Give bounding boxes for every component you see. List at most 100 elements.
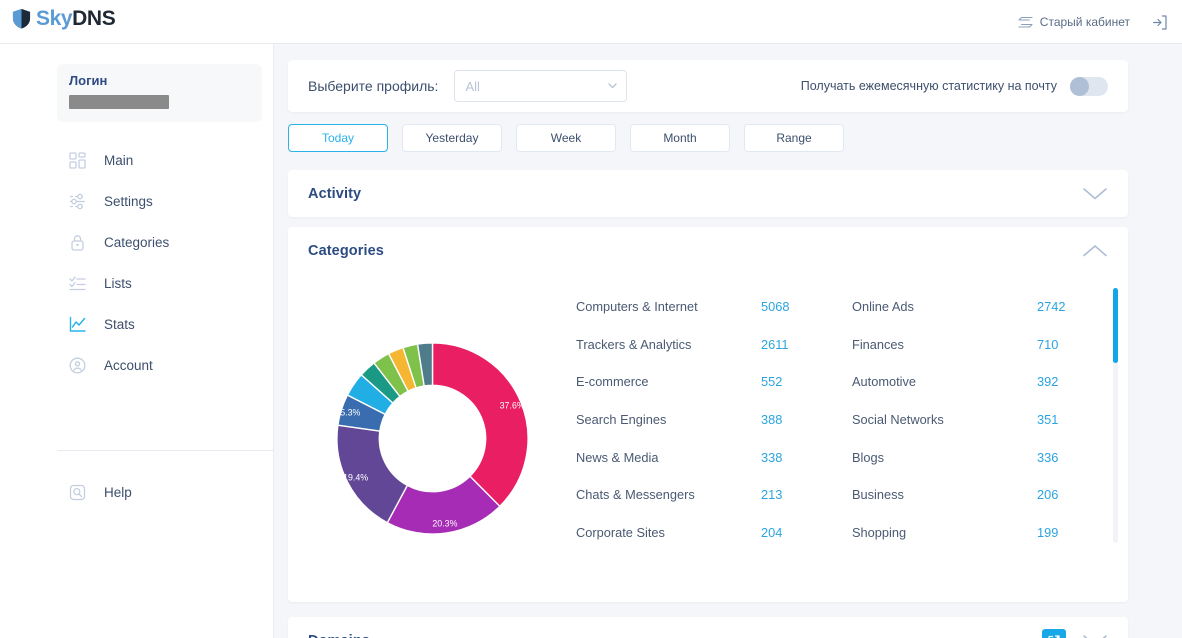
category-value[interactable]: 206 bbox=[1037, 487, 1058, 502]
section-categories-header[interactable]: Categories bbox=[288, 227, 1128, 274]
category-name: Trackers & Analytics bbox=[576, 336, 692, 352]
sidebar-item-label: Account bbox=[104, 357, 153, 373]
donut-slice[interactable] bbox=[431, 341, 529, 507]
brand-logo[interactable]: SkyDNS bbox=[12, 7, 116, 30]
list-item[interactable]: Finances 710 bbox=[852, 326, 1128, 364]
category-value[interactable]: 710 bbox=[1037, 337, 1058, 352]
category-value[interactable]: 351 bbox=[1037, 412, 1058, 427]
main-content: Выберите профиль: All Получать ежемесячн… bbox=[274, 44, 1182, 638]
export-button[interactable] bbox=[1042, 628, 1066, 638]
chevron-up-icon[interactable] bbox=[1082, 244, 1108, 258]
list-item[interactable]: Business 206 bbox=[852, 476, 1128, 514]
list-item[interactable]: Automotive 392 bbox=[852, 363, 1128, 401]
donut-slice-percent-label: 20.3% bbox=[432, 518, 457, 528]
sidebar-item-label: Main bbox=[104, 152, 134, 168]
category-name: Blogs bbox=[852, 449, 885, 465]
section-activity-title: Activity bbox=[308, 185, 362, 202]
category-name: Chats & Messengers bbox=[576, 487, 695, 503]
monthly-stats-email-control: Получать ежемесячную статистику на почту bbox=[800, 76, 1108, 96]
list-item[interactable]: Computers & Internet 5068 bbox=[576, 288, 852, 326]
list-item[interactable]: Shopping 199 bbox=[852, 514, 1128, 552]
category-value[interactable]: 392 bbox=[1037, 374, 1058, 389]
sidebar-item-label: Settings bbox=[104, 193, 153, 209]
section-activity: Activity bbox=[288, 170, 1128, 217]
category-value[interactable]: 552 bbox=[761, 374, 782, 389]
categories-donut-chart: 37.6% 20.3% 19.4% 5.3% bbox=[334, 340, 531, 537]
logo-text-dns: DNS bbox=[72, 7, 116, 30]
categories-list: Computers & Internet 5068 Trackers & Anal… bbox=[576, 274, 1128, 602]
old-cabinet-link[interactable]: Старый кабинет bbox=[1018, 15, 1130, 29]
donut-slice-percent-label: 19.4% bbox=[343, 472, 368, 482]
tab-month[interactable]: Month bbox=[630, 124, 730, 152]
list-item[interactable]: Blogs 336 bbox=[852, 438, 1128, 476]
sidebar-item-label: Lists bbox=[104, 275, 132, 291]
swap-arrows-icon bbox=[1018, 16, 1033, 28]
toggle-knob bbox=[1070, 76, 1089, 96]
section-domains-actions bbox=[1042, 628, 1108, 638]
monthly-stats-email-toggle[interactable] bbox=[1070, 76, 1108, 96]
list-item[interactable]: Corporate Sites 204 bbox=[576, 514, 852, 552]
monthly-stats-email-label: Получать ежемесячную статистику на почту bbox=[800, 79, 1057, 93]
sidebar-item-help[interactable]: Help bbox=[0, 472, 132, 513]
logo-text-sky: Sky bbox=[36, 7, 73, 30]
tab-week[interactable]: Week bbox=[516, 124, 616, 152]
category-value[interactable]: 204 bbox=[761, 525, 782, 540]
app-root: SkyDNS Старый кабинет Логин Main Setting… bbox=[0, 0, 1182, 638]
sidebar-item-main[interactable]: Main bbox=[0, 140, 274, 181]
scrollbar-thumb[interactable] bbox=[1113, 288, 1118, 363]
category-value[interactable]: 2742 bbox=[1037, 299, 1065, 314]
category-name: Search Engines bbox=[576, 412, 667, 428]
category-value[interactable]: 199 bbox=[1037, 525, 1058, 540]
sidebar-item-label: Stats bbox=[104, 316, 135, 332]
sidebar: Логин Main Settings Categories Lists Sta… bbox=[0, 44, 277, 638]
sidebar-item-categories[interactable]: Categories bbox=[0, 222, 274, 263]
list-item[interactable]: E-commerce 552 bbox=[576, 363, 852, 401]
categories-column-right: Online Ads 2742 Finances 710 Automotive 392… bbox=[852, 288, 1128, 602]
sidebar-item-account[interactable]: Account bbox=[0, 345, 274, 386]
category-name: Corporate Sites bbox=[576, 524, 665, 540]
sidebar-item-stats[interactable]: Stats bbox=[0, 304, 274, 345]
login-value-redacted bbox=[69, 95, 169, 110]
user-circle-icon bbox=[68, 357, 86, 375]
category-value[interactable]: 388 bbox=[761, 412, 782, 427]
tab-today[interactable]: Today bbox=[288, 124, 388, 152]
sliders-icon bbox=[68, 193, 86, 211]
section-categories: Categories 37.6% 20.3% 19.4% 5.3% Comput… bbox=[288, 227, 1128, 602]
category-value[interactable]: 2611 bbox=[761, 337, 789, 352]
category-name: Finances bbox=[852, 336, 904, 352]
tab-range[interactable]: Range bbox=[744, 124, 844, 152]
category-name: News & Media bbox=[576, 449, 659, 465]
category-name: Social Networks bbox=[852, 412, 944, 428]
categories-scrollbar[interactable] bbox=[1113, 288, 1118, 543]
category-value[interactable]: 336 bbox=[1037, 450, 1058, 465]
list-item[interactable]: Social Networks 351 bbox=[852, 401, 1128, 439]
chevron-down-icon[interactable] bbox=[1082, 634, 1108, 638]
section-domains-title: Domains bbox=[308, 633, 370, 638]
list-item[interactable]: Online Ads 2742 bbox=[852, 288, 1128, 326]
list-item[interactable]: Chats & Messengers 213 bbox=[576, 476, 852, 514]
profile-select-value: All bbox=[465, 78, 480, 94]
category-name: Computers & Internet bbox=[576, 299, 698, 315]
category-name: Online Ads bbox=[852, 299, 914, 315]
sidebar-item-lists[interactable]: Lists bbox=[0, 263, 274, 304]
sidebar-item-label: Categories bbox=[104, 234, 170, 250]
section-domains-header[interactable]: Domains bbox=[288, 617, 1128, 638]
list-item[interactable]: Trackers & Analytics 2611 bbox=[576, 326, 852, 364]
tab-yesterday[interactable]: Yesterday bbox=[402, 124, 502, 152]
category-value[interactable]: 338 bbox=[761, 450, 782, 465]
lock-icon bbox=[68, 234, 86, 252]
logout-button[interactable] bbox=[1146, 9, 1172, 35]
sidebar-item-settings[interactable]: Settings bbox=[0, 181, 274, 222]
chart-line-icon bbox=[68, 316, 86, 334]
list-item[interactable]: News & Media 338 bbox=[576, 438, 852, 476]
category-name: E-commerce bbox=[576, 374, 649, 390]
categories-column-left: Computers & Internet 5068 Trackers & Anal… bbox=[576, 288, 852, 602]
category-value[interactable]: 5068 bbox=[761, 299, 789, 314]
chevron-down-icon bbox=[608, 83, 618, 89]
list-item[interactable]: Search Engines 388 bbox=[576, 401, 852, 439]
category-value[interactable]: 213 bbox=[761, 487, 782, 502]
old-cabinet-label: Старый кабинет bbox=[1039, 15, 1130, 29]
section-activity-header[interactable]: Activity bbox=[288, 170, 1128, 217]
profile-select[interactable]: All bbox=[454, 70, 628, 102]
chevron-down-icon[interactable] bbox=[1082, 187, 1108, 201]
